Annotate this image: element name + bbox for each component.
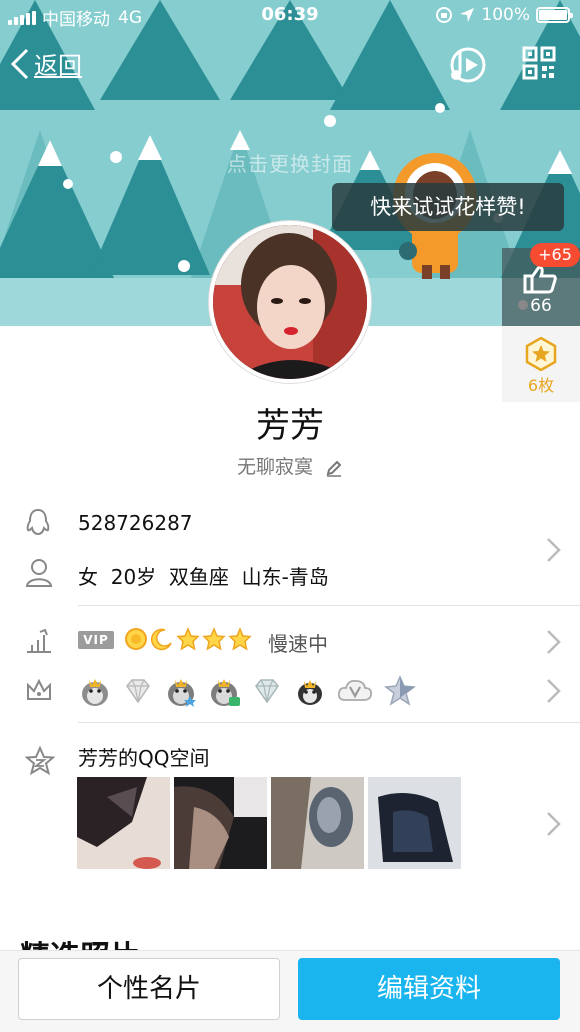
level-chart-icon: [27, 628, 51, 653]
penguin-badge-icon: [211, 679, 240, 706]
personal-details: 女 20岁 双鱼座 山东-青岛: [78, 565, 329, 589]
qzone-photo[interactable]: [368, 777, 461, 869]
qzone-title[interactable]: 芳芳的QQ空间: [78, 742, 209, 771]
privilege-badges[interactable]: [78, 674, 417, 708]
chevron-right-icon[interactable]: [546, 811, 562, 837]
signature-text: 无聊寂寞: [236, 456, 313, 478]
qq-penguin-icon: [26, 508, 50, 536]
battery-percent: 100%: [481, 5, 530, 25]
medal-count: 6枚: [527, 376, 555, 395]
star-icon: [228, 627, 252, 651]
avatar[interactable]: [209, 221, 371, 383]
rotation-lock-icon: [436, 7, 453, 23]
cover-change-hint: 点击更换封面: [227, 152, 353, 176]
back-label: 返回: [34, 52, 82, 80]
penguin-badge-icon: [168, 679, 196, 707]
medal-star-icon: [525, 337, 557, 371]
location-arrow-icon: [460, 8, 475, 22]
chevron-right-icon[interactable]: [546, 537, 562, 563]
qr-code-icon[interactable]: [522, 46, 556, 80]
sun-icon: [125, 628, 147, 650]
chevron-right-icon[interactable]: [546, 678, 562, 704]
chevron-right-icon[interactable]: [546, 629, 562, 655]
profile-card-button[interactable]: 个性名片: [18, 958, 280, 1020]
diamond-icon: [255, 679, 279, 704]
pencil-icon: [326, 460, 342, 477]
chevron-left-icon: [10, 48, 29, 79]
star-icon: [202, 627, 226, 651]
cloud-vip-icon: [337, 679, 373, 701]
thumbs-up-icon: [523, 265, 557, 294]
star-icon: [176, 627, 200, 651]
music-note-icon[interactable]: [446, 44, 488, 86]
qq-level-icons[interactable]: [124, 627, 252, 651]
fancy-like-tooltip[interactable]: 快来试试花样赞!: [332, 183, 564, 231]
penguin-badge-icon: [82, 679, 108, 706]
star-badge-icon: [384, 675, 416, 706]
qzone-photo[interactable]: [174, 777, 267, 869]
divider: [78, 722, 580, 723]
qzone-star-icon: [25, 746, 55, 776]
vip-tag: VIP: [78, 631, 114, 649]
diamond-icon: [126, 679, 150, 704]
acceleration-status: 慢速中: [268, 632, 328, 656]
profile-name: 芳芳: [256, 406, 324, 446]
divider: [78, 605, 580, 606]
qzone-photo[interactable]: [77, 777, 170, 869]
status-bar: 中国移动 4G 06:39 100%: [0, 0, 580, 32]
battery-icon: [536, 7, 573, 23]
like-count: 66: [530, 296, 552, 316]
avatar-photo: [213, 225, 367, 379]
profile-signature[interactable]: 无聊寂寞: [0, 452, 580, 479]
qq-number: 528726287: [78, 511, 193, 535]
crown-icon: [27, 678, 51, 700]
edit-profile-button[interactable]: 编辑资料: [298, 958, 560, 1020]
qzone-photos[interactable]: [77, 777, 461, 869]
moon-icon: [150, 628, 172, 651]
person-icon: [25, 559, 53, 587]
back-button[interactable]: 返回: [10, 46, 82, 81]
like-increment-badge: +65: [530, 243, 580, 267]
qzone-photo[interactable]: [271, 777, 364, 869]
penguin-badge-icon: [298, 680, 322, 705]
